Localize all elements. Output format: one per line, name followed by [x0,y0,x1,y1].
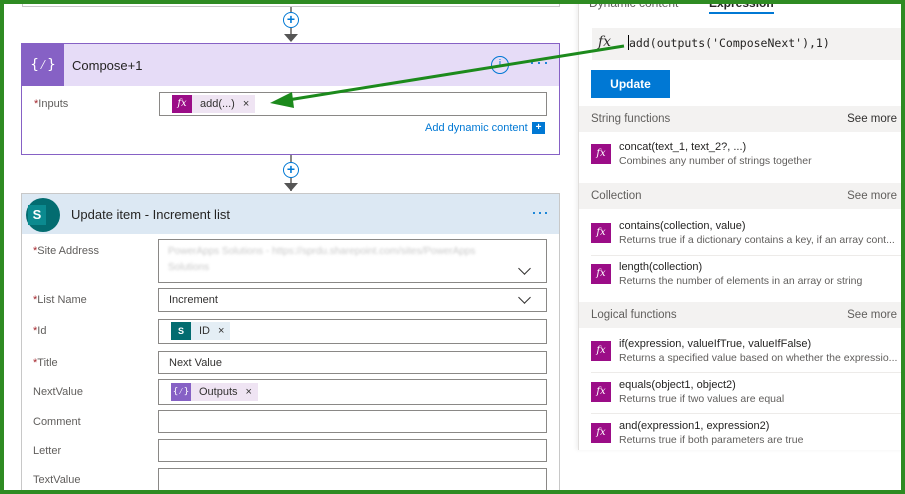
remove-token-icon[interactable]: × [243,98,249,110]
more-options-icon[interactable]: ··· [529,52,550,73]
fx-icon: fx [598,34,612,50]
function-icon: fx [591,223,611,243]
function-icon: fx [591,341,611,361]
sharepoint-icon: S [26,198,60,232]
function-description: Returns a specified value based on wheth… [619,352,898,364]
id-label: *Id [33,325,47,337]
compose-action-card[interactable]: {⁄} Compose+1 i ··· *Inputs fx add(...) … [21,43,560,155]
inputs-field[interactable]: fx add(...) × [159,92,547,116]
add-dynamic-content-link[interactable]: Add dynamic content [425,122,528,134]
arrow-down-icon [284,34,298,42]
dynamic-content-panel: Dynamic content Expression fx add(output… [578,0,905,450]
function-item-concat[interactable]: fx concat(text_1, text_2?, ...) Combines… [579,136,905,174]
function-description: Returns true if two values are equal [619,393,785,405]
outputs-token[interactable]: {⁄} Outputs × [171,383,258,401]
title-label: *Title [33,357,58,369]
sharepoint-icon: S [171,322,191,340]
expression-text[interactable]: add(outputs('ComposeNext'),1) [629,36,830,50]
compose-icon: {⁄} [22,44,64,86]
arrow-down-icon [284,183,298,191]
list-name-value: Increment [169,294,218,306]
letter-label: Letter [33,445,62,457]
chevron-down-icon[interactable] [518,291,531,304]
site-address-dropdown[interactable]: PowerApps Solutions - https://sprdu.shar… [158,239,547,283]
more-options-icon[interactable]: ··· [531,202,549,223]
list-name-label: *List Name [33,294,87,306]
function-name: concat(text_1, text_2?, ...) [619,141,747,153]
compose-card-title[interactable]: Compose+1 [72,58,142,73]
divider [591,413,901,414]
next-value-field[interactable]: {⁄} Outputs × [158,379,547,405]
function-description: Returns the number of elements in an arr… [619,275,863,287]
function-name: contains(collection, value) [619,220,746,232]
section-label: Logical functions [591,309,677,321]
compose-icon: {⁄} [171,383,191,401]
id-field[interactable]: S ID × [158,319,547,344]
site-address-label: *Site Address [33,245,100,257]
function-item-and[interactable]: fx and(expression1, expression2) Returns… [579,415,905,453]
expression-token[interactable]: fx add(...) × [172,95,256,113]
id-token-label: ID [199,325,210,337]
inputs-label: *Inputs [34,98,69,110]
section-logical-functions: Logical functions See more [579,302,905,328]
outputs-token-label: Outputs [199,386,238,398]
function-icon: fx [591,264,611,284]
insert-step-button[interactable]: + [283,162,299,178]
function-icon: fx [591,382,611,402]
function-item-equals[interactable]: fx equals(object1, object2) Returns true… [579,374,905,412]
function-item-contains[interactable]: fx contains(collection, value) Returns t… [579,215,905,253]
function-description: Combines any number of strings together [619,155,812,167]
section-label: Collection [591,190,642,202]
remove-token-icon[interactable]: × [218,325,224,337]
update-button[interactable]: Update [591,70,670,98]
compose-card-header[interactable]: {⁄} Compose+1 i ··· [22,44,559,86]
function-name: equals(object1, object2) [619,379,736,391]
fx-icon: fx [172,95,192,113]
update-item-header[interactable]: S Update item - Increment list ··· [22,194,559,234]
tab-dynamic-content[interactable]: Dynamic content [589,0,678,10]
section-label: String functions [591,113,671,125]
divider [591,372,901,373]
function-item-if[interactable]: fx if(expression, valueIfTrue, valueIfFa… [579,333,905,371]
see-more-link[interactable]: See more [847,309,897,321]
chevron-down-icon[interactable] [518,262,531,275]
function-name: length(collection) [619,261,703,273]
comment-field[interactable] [158,410,547,433]
section-string-functions: String functions See more [579,106,905,132]
function-icon: fx [591,423,611,443]
tab-expression[interactable]: Expression [709,0,774,14]
list-name-dropdown[interactable]: Increment [158,288,547,312]
add-dynamic-content-icon[interactable]: + [532,122,545,134]
token-label: add(...) [200,98,235,110]
site-address-value-line2: Solutions [168,262,210,273]
expression-input[interactable]: fx add(outputs('ComposeNext'),1) [592,28,902,60]
next-value-label: NextValue [33,386,83,398]
see-more-link[interactable]: See more [847,113,897,125]
flow-designer-canvas: + {⁄} Compose+1 i ··· *Inputs fx add(...… [0,0,905,494]
title-field[interactable]: Next Value [158,351,547,374]
see-more-link[interactable]: See more [847,190,897,202]
function-name: if(expression, valueIfTrue, valueIfFalse… [619,338,812,350]
section-collection: Collection See more [579,183,905,209]
text-value-field[interactable] [158,468,547,491]
function-item-length[interactable]: fx length(collection) Returns the number… [579,256,905,294]
id-token[interactable]: S ID × [171,322,231,340]
remove-token-icon[interactable]: × [246,386,252,398]
function-name: and(expression1, expression2) [619,420,770,432]
update-item-action-card[interactable]: S Update item - Increment list ··· *Site… [21,193,560,494]
title-value: Next Value [169,357,222,369]
site-address-value: PowerApps Solutions - https://sprdu.shar… [168,246,476,257]
letter-field[interactable] [158,439,547,462]
info-icon[interactable]: i [491,56,509,74]
previous-action-card[interactable] [22,0,560,7]
function-description: Returns true if both parameters are true [619,434,804,446]
text-value-label: TextValue [33,474,81,486]
update-item-title[interactable]: Update item - Increment list [71,207,230,222]
function-description: Returns true if a dictionary contains a … [619,234,895,246]
insert-step-button[interactable]: + [283,12,299,28]
comment-label: Comment [33,416,81,428]
function-icon: fx [591,144,611,164]
